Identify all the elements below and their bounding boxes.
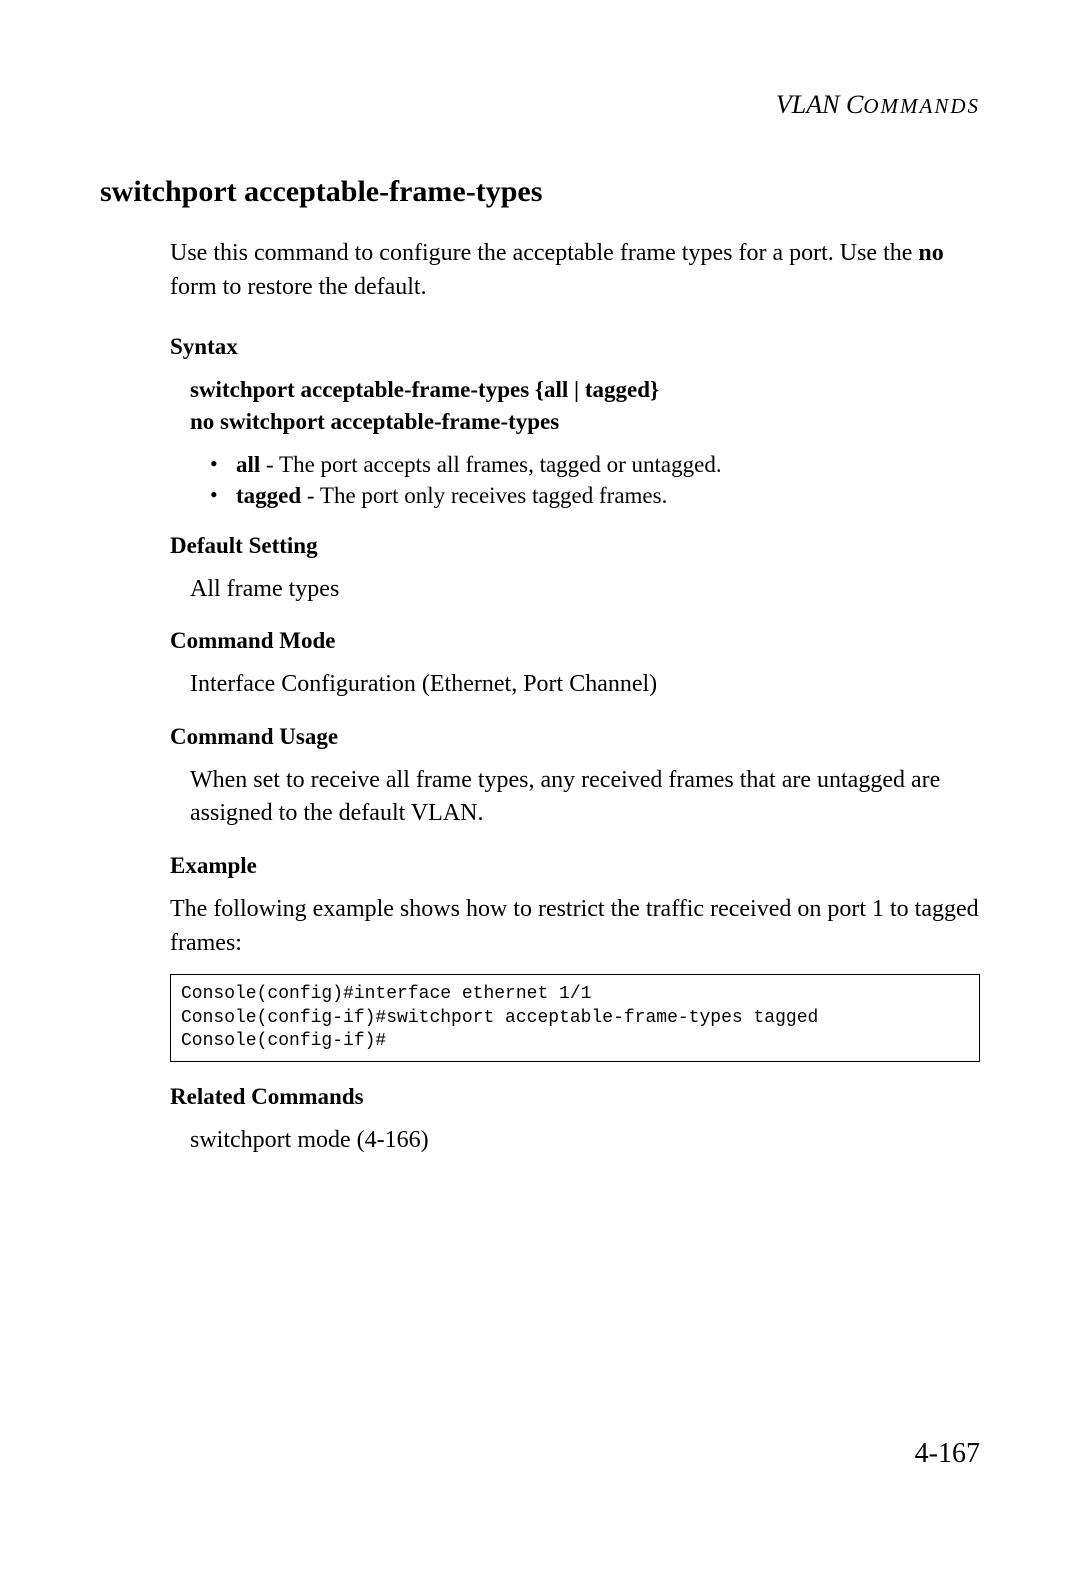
page-number: 4-167 (915, 1438, 980, 1470)
syntax-heading: Syntax (170, 334, 980, 360)
example-heading: Example (170, 853, 980, 879)
command-usage-text: When set to receive all frame types, any… (190, 764, 980, 831)
default-setting-heading: Default Setting (170, 533, 980, 559)
bullet-tagged-desc: - The port only receives tagged frames. (301, 483, 667, 508)
bullet-all-desc: - The port accepts all frames, tagged or… (260, 452, 721, 477)
syntax-all: all (544, 377, 568, 402)
syntax-closebrace: } (650, 377, 659, 402)
syntax-line-1: switchport acceptable-frame-types {all |… (190, 374, 980, 406)
syntax-openbrace: { (529, 377, 544, 402)
related-text: switchport mode (4-166) (190, 1124, 980, 1158)
default-setting-text: All frame types (190, 573, 980, 607)
bullet-all-term: all (236, 452, 260, 477)
related-heading: Related Commands (170, 1084, 980, 1110)
syntax-tagged: tagged (585, 377, 650, 402)
intro-paragraph: Use this command to configure the accept… (170, 237, 980, 304)
command-usage-heading: Command Usage (170, 724, 980, 750)
syntax-pipe: | (568, 377, 585, 402)
command-mode-heading: Command Mode (170, 628, 980, 654)
syntax-line-2: no switchport acceptable-frame-types (190, 406, 980, 438)
command-mode-text: Interface Configuration (Ethernet, Port … (190, 668, 980, 702)
syntax-bullets: all - The port accepts all frames, tagge… (100, 449, 980, 511)
intro-part1: Use this command to configure the accept… (170, 240, 918, 266)
header-prefix: VLAN C (776, 90, 863, 119)
intro-part2: form to restore the default. (170, 274, 427, 300)
syntax-cmd: switchport acceptable-frame-types (190, 377, 529, 402)
example-code-block: Console(config)#interface ethernet 1/1 C… (170, 974, 980, 1062)
example-intro: The following example shows how to restr… (170, 893, 980, 960)
page-header: VLAN COMMANDS (100, 90, 980, 120)
bullet-all: all - The port accepts all frames, tagge… (210, 449, 980, 480)
bullet-tagged: tagged - The port only receives tagged f… (210, 480, 980, 511)
bullet-tagged-term: tagged (236, 483, 301, 508)
header-suffix: OMMANDS (863, 94, 980, 118)
intro-bold: no (918, 240, 943, 266)
command-title: switchport acceptable-frame-types (100, 175, 980, 209)
